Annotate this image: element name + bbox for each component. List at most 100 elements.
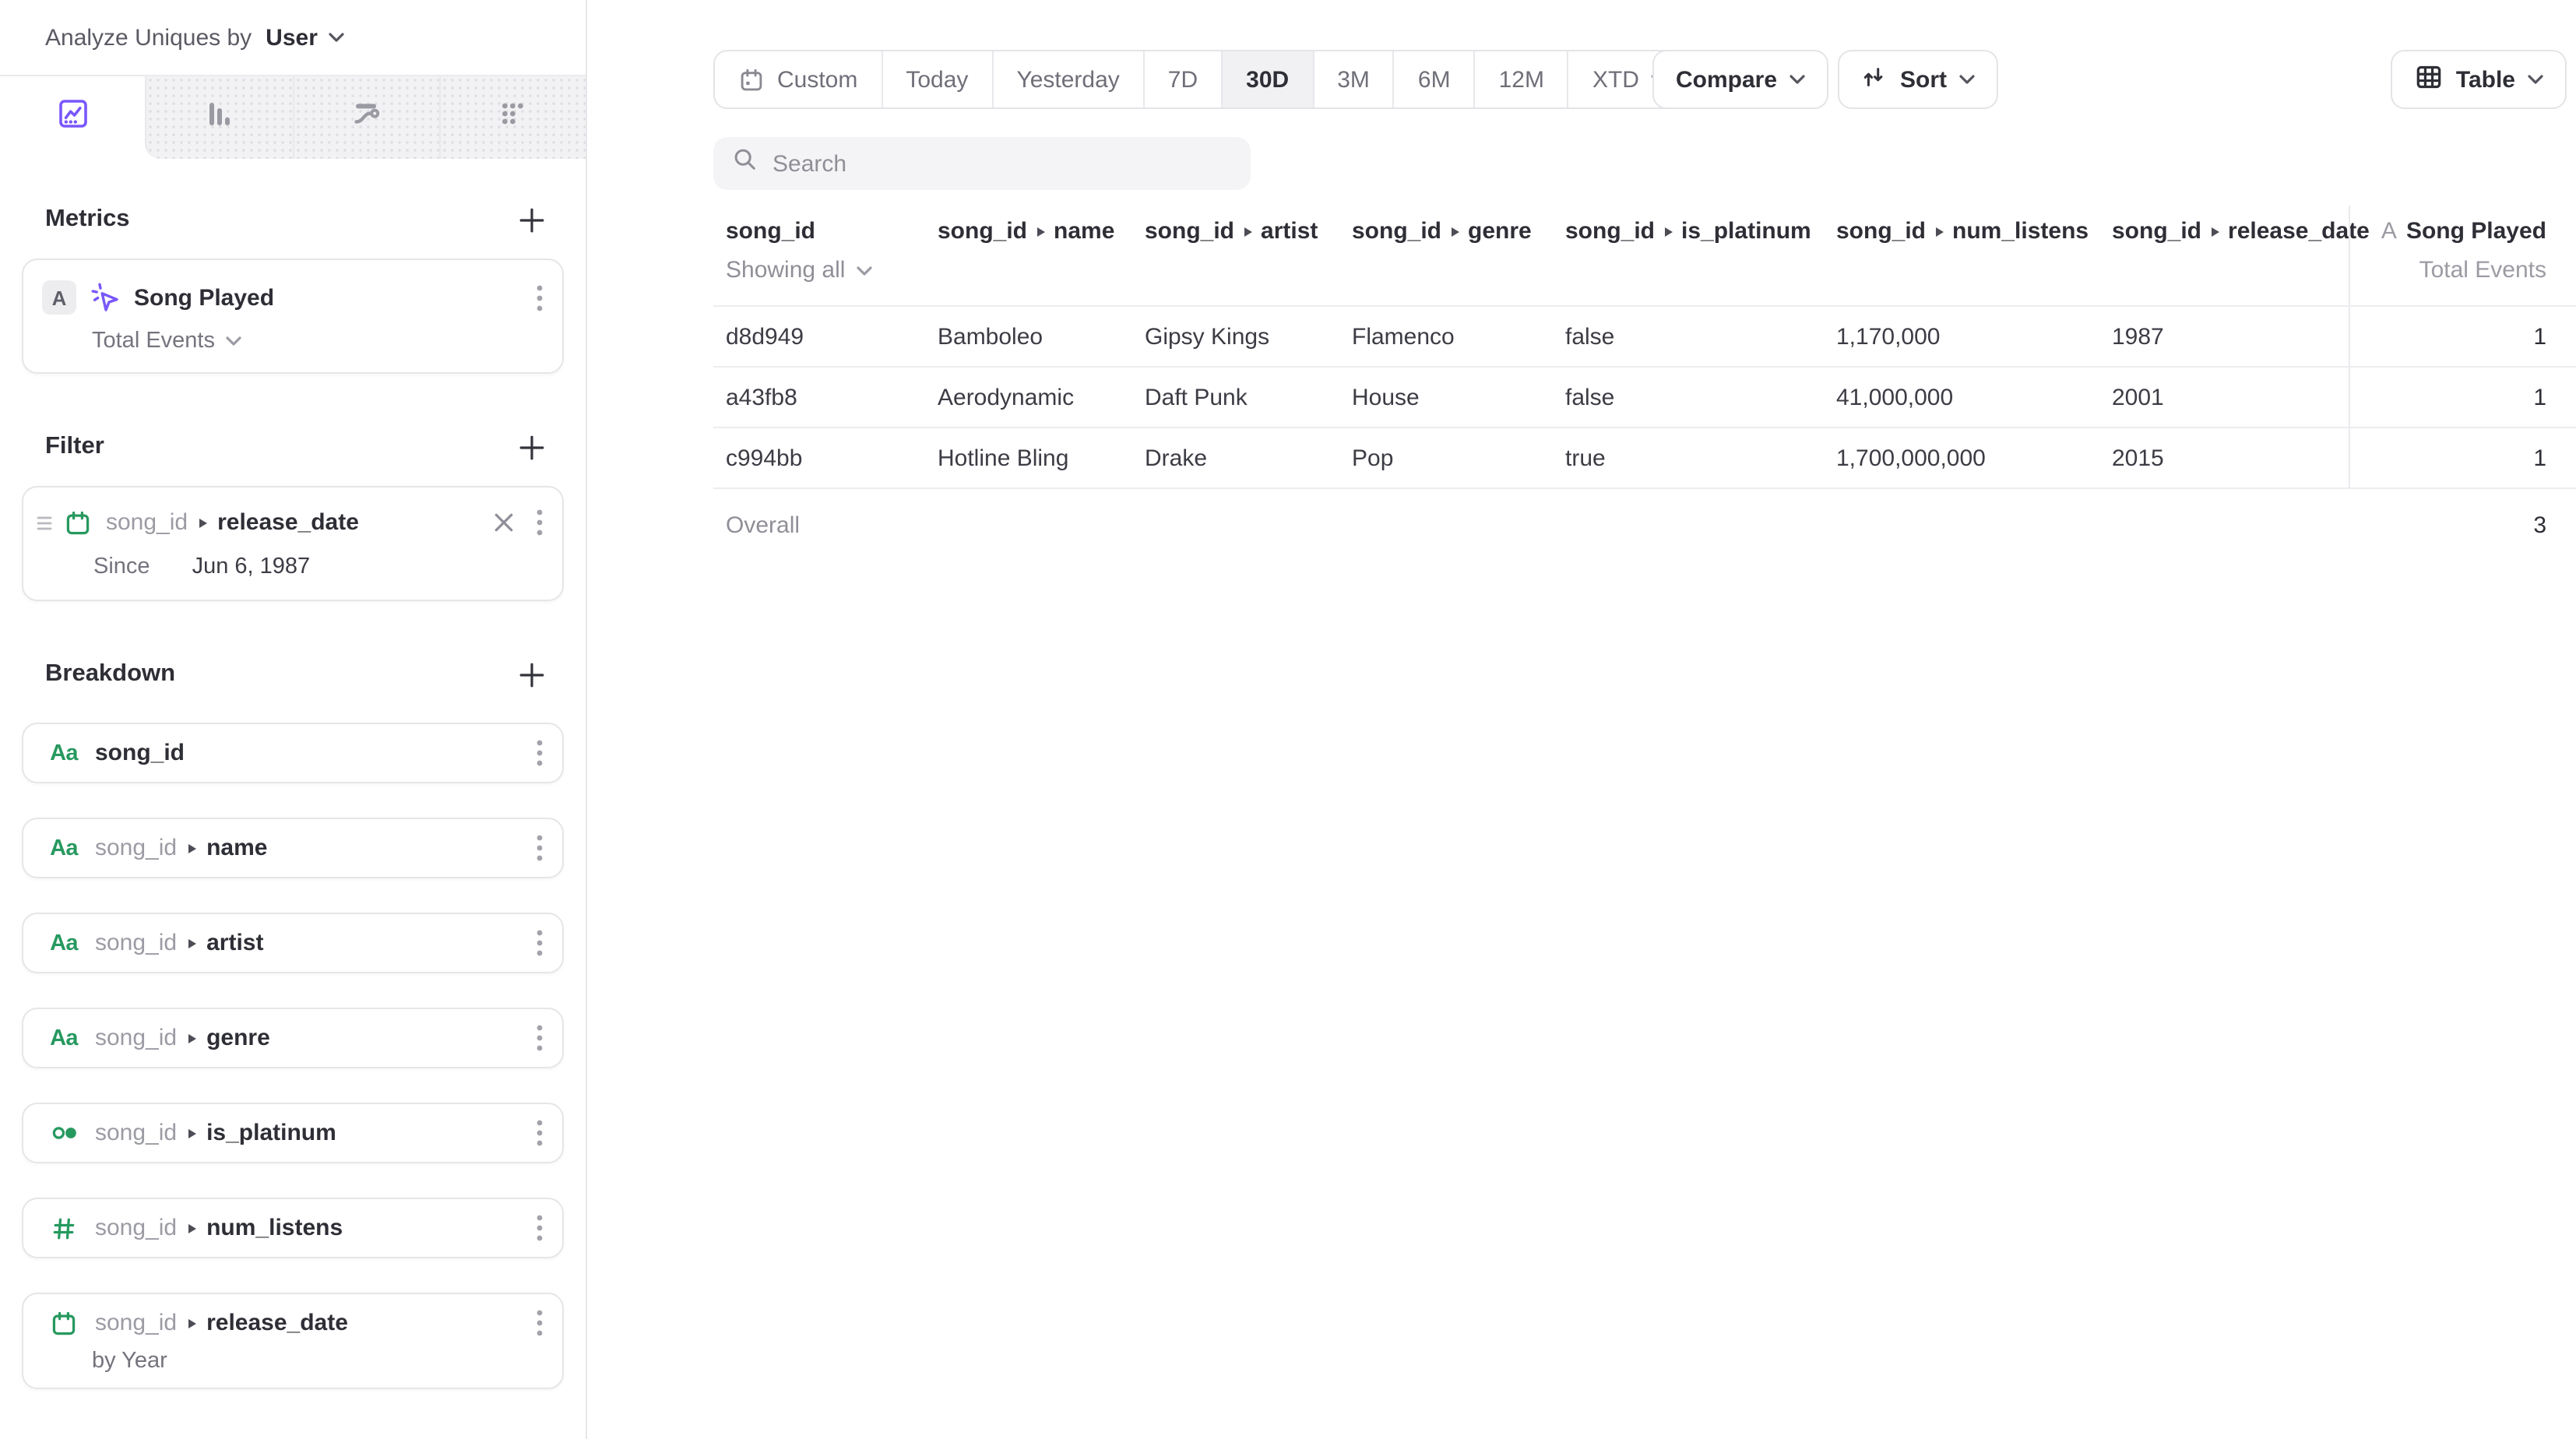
property-name: num_listens <box>206 1215 343 1241</box>
add-metric-button[interactable] <box>519 206 545 233</box>
metric-value-cell: 1 <box>2349 307 2576 368</box>
breadcrumb-arrow-icon <box>188 1033 195 1043</box>
column-header[interactable]: song_idis_platinum <box>1553 206 1824 305</box>
kebab-menu-icon[interactable] <box>536 508 544 537</box>
breakdown-item[interactable]: song_idis_platinum <box>22 1103 564 1163</box>
column-header[interactable]: song_idnum_listens <box>1824 206 2099 305</box>
date-range-12m[interactable]: 12M <box>1474 51 1568 107</box>
table-row[interactable]: d8d949BamboleoGipsy KingsFlamencofalse1,… <box>713 307 2576 368</box>
date-range-control: CustomTodayYesterday7D30D3M6M12MXTD <box>713 50 1692 109</box>
filter-operator[interactable]: Since <box>93 554 150 579</box>
date-range-3m[interactable]: 3M <box>1312 51 1393 107</box>
breakdown-bucket-label[interactable]: by Year <box>92 1349 544 1374</box>
column-prefix: song_id <box>1836 218 1926 245</box>
table-cell: Drake <box>1132 428 1339 489</box>
column-header[interactable]: song_idname <box>925 206 1132 305</box>
table-cell: Bamboleo <box>925 307 1132 368</box>
breakdown-item[interactable]: song_idrelease_dateby Year <box>22 1293 564 1389</box>
metric-aggregation-dropdown[interactable]: Total Events <box>92 329 544 354</box>
showing-all-dropdown[interactable]: Showing all <box>726 257 916 283</box>
tab-metrics[interactable] <box>439 76 586 159</box>
column-header[interactable]: song_idShowing all <box>713 206 925 305</box>
table-row[interactable]: a43fb8AerodynamicDaft PunkHousefalse41,0… <box>713 368 2576 428</box>
breakdown-item[interactable]: Aasong_idartist <box>22 913 564 973</box>
table-cell: true <box>1553 428 1824 489</box>
remove-filter-icon[interactable] <box>494 512 514 533</box>
date-range-custom[interactable]: Custom <box>715 51 881 107</box>
date-range-label: Today <box>906 66 968 93</box>
results-table: song_idShowing allsong_idnamesong_idarti… <box>713 206 2576 561</box>
view-type-button[interactable]: Table <box>2391 50 2567 109</box>
search-icon <box>732 146 758 181</box>
table-header-row: song_idShowing allsong_idnamesong_idarti… <box>713 206 2576 307</box>
breakdown-item[interactable]: Aasong_idname <box>22 818 564 878</box>
kebab-menu-icon[interactable] <box>536 928 544 958</box>
kebab-menu-icon[interactable] <box>536 1023 544 1053</box>
breakdown-item[interactable]: Aasong_idgenre <box>22 1008 564 1068</box>
tab-bar-chart[interactable] <box>146 76 293 159</box>
overall-label: Overall <box>713 489 925 561</box>
metric-column-subtitle: Total Events <box>2363 257 2546 283</box>
kebab-menu-icon[interactable] <box>536 283 544 312</box>
compare-button[interactable]: Compare <box>1652 50 1828 109</box>
column-name: genre <box>1468 218 1532 245</box>
breadcrumb-arrow-icon <box>199 518 206 527</box>
column-header[interactable]: song_idartist <box>1132 206 1339 305</box>
column-header[interactable]: song_idrelease_date <box>2099 206 2349 305</box>
query-builder-sidebar: Analyze Uniques by User <box>0 0 587 1439</box>
table-cell: 1,700,000,000 <box>1824 428 2099 489</box>
column-prefix: song_id <box>938 218 1027 245</box>
analyze-entity-dropdown[interactable]: User <box>266 24 344 51</box>
add-filter-button[interactable] <box>519 434 545 460</box>
kebab-menu-icon[interactable] <box>536 1118 544 1148</box>
date-range-6m[interactable]: 6M <box>1393 51 1474 107</box>
kebab-menu-icon[interactable] <box>536 1213 544 1243</box>
breakdown-section-header: Breakdown <box>0 660 586 688</box>
table-cell: 1987 <box>2099 307 2349 368</box>
kebab-menu-icon[interactable] <box>536 1308 544 1338</box>
table-cell: a43fb8 <box>713 368 925 428</box>
table-cell: Aerodynamic <box>925 368 1132 428</box>
breadcrumb-arrow-icon <box>1036 227 1044 236</box>
kebab-menu-icon[interactable] <box>536 738 544 768</box>
tab-flow[interactable] <box>292 76 439 159</box>
tab-line-chart[interactable] <box>0 76 146 159</box>
breadcrumb-arrow-icon <box>188 1128 195 1138</box>
metric-event-name: Song Played <box>134 284 274 311</box>
analyze-label: Analyze Uniques by <box>45 24 252 51</box>
property-name: artist <box>206 930 263 956</box>
date-range-30d[interactable]: 30D <box>1221 51 1312 107</box>
chevron-down-icon <box>2528 75 2543 84</box>
add-breakdown-button[interactable] <box>519 661 545 688</box>
property-prefix: song_id <box>95 835 177 861</box>
metric-letter-badge: A <box>2381 218 2397 245</box>
breadcrumb-arrow-icon <box>1935 227 1943 236</box>
date-range-yesterday[interactable]: Yesterday <box>991 51 1142 107</box>
date-range-7d[interactable]: 7D <box>1143 51 1221 107</box>
sort-button[interactable]: Sort <box>1838 50 1998 109</box>
metric-aggregation-value: Total Events <box>92 329 215 354</box>
flow-icon <box>349 97 383 139</box>
search-input[interactable] <box>772 150 1232 177</box>
drag-handle-icon[interactable] <box>36 513 53 532</box>
date-range-today[interactable]: Today <box>881 51 991 107</box>
breakdown-item[interactable]: Aasong_id <box>22 723 564 783</box>
column-prefix: song_id <box>1565 218 1655 245</box>
table-cell: c994bb <box>713 428 925 489</box>
column-header[interactable]: song_idgenre <box>1339 206 1553 305</box>
breakdown-list: Aasong_idAasong_idnameAasong_idartistAas… <box>0 723 586 1389</box>
breakdown-title: Breakdown <box>45 660 175 688</box>
metric-column-title: Song Played <box>2406 218 2546 245</box>
bar-chart-icon <box>202 97 237 139</box>
table-cell: d8d949 <box>713 307 925 368</box>
table-row[interactable]: c994bbHotline BlingDrakePoptrue1,700,000… <box>713 428 2576 489</box>
metric-column-header[interactable]: A Song Played Total Events <box>2349 206 2576 305</box>
metric-card[interactable]: A Song Played Total Events <box>22 259 564 374</box>
breadcrumb-arrow-icon <box>1244 227 1251 236</box>
filter-value[interactable]: Jun 6, 1987 <box>192 554 311 579</box>
property-name: name <box>206 835 267 861</box>
filter-card[interactable]: song_id release_date Since Jun 6, 1987 <box>22 486 564 601</box>
table-cell: 2001 <box>2099 368 2349 428</box>
breakdown-item[interactable]: song_idnum_listens <box>22 1198 564 1258</box>
kebab-menu-icon[interactable] <box>536 833 544 863</box>
